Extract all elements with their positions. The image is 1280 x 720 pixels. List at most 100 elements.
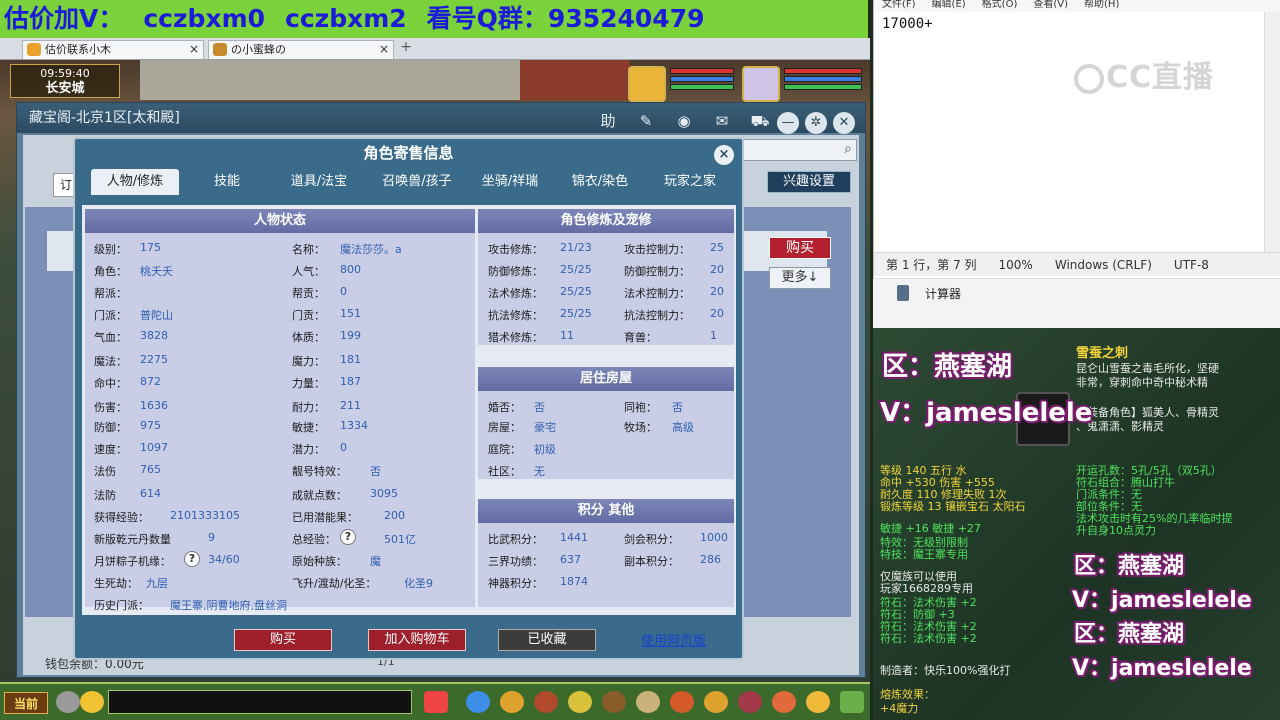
record-icon[interactable]: ◉ (673, 110, 695, 132)
minimize-icon[interactable]: — (777, 112, 799, 134)
house-ranch: 牧场： 高级 (624, 421, 694, 434)
quick-slot-icon[interactable] (738, 691, 762, 713)
help-question-icon[interactable]: ? (184, 551, 200, 567)
watermark-text: CC直播 (1106, 60, 1215, 95)
mail-icon[interactable] (424, 691, 448, 713)
stat-hp: 气血： 3828 (94, 329, 168, 344)
menu-help[interactable]: 帮助(H) (1084, 0, 1119, 10)
current-channel-button[interactable]: 当前 (4, 692, 48, 714)
pet-portrait-icon[interactable] (628, 66, 666, 102)
overlay-zone-1: 区：燕塞湖 (882, 352, 1013, 382)
quick-slot-icon[interactable] (534, 691, 558, 713)
cc-logo-icon (1074, 63, 1104, 94)
banner-text-wechat-2: cczbxm2 (285, 4, 407, 33)
quick-slot-icon[interactable] (806, 691, 830, 713)
stat-exp-gained: 获得经验： 2101333105 (94, 509, 240, 524)
cultivation-section-header: 角色修炼及宠修 (478, 209, 734, 233)
close-icon[interactable]: ✕ (833, 112, 855, 134)
calculator-label: 计算器 (925, 287, 962, 301)
browser-tab-1[interactable]: 估价联系小木 × (22, 40, 204, 59)
collected-button[interactable]: 已收藏 (498, 629, 596, 651)
quick-slot-icon[interactable] (772, 691, 796, 713)
cult-defense: 防御修炼： 25/25 (488, 263, 592, 278)
status-line-ending: Windows (CRLF) (1054, 258, 1152, 272)
menu-view[interactable]: 查看(V) (1033, 0, 1068, 10)
item-rune-4: 符石：法术伤害 +2 (880, 632, 977, 645)
menu-format[interactable]: 格式(O) (982, 0, 1018, 10)
tab-outfits-dye[interactable]: 锦衣/染色 (555, 169, 645, 195)
quick-slot-icon[interactable] (568, 691, 592, 713)
close-icon[interactable]: × (714, 145, 734, 165)
chat-bubble-icon[interactable]: ✉ (711, 110, 733, 132)
quick-slot-icon[interactable] (636, 691, 660, 713)
dialog-tab-bar: 人物/修炼 技能 道具/法宝 召唤兽/孩子 坐骑/祥瑞 锦衣/染色 玩家之家 (87, 169, 737, 195)
quick-slot-icon[interactable] (840, 691, 864, 713)
house-section-header: 居住房屋 (478, 367, 734, 391)
chat-input[interactable] (108, 690, 412, 714)
menu-edit[interactable]: 编辑(E) (932, 0, 966, 10)
stat-level: 级别： 175 (94, 241, 161, 256)
menu-file[interactable]: 文件(F) (882, 0, 916, 10)
stat-hit: 命中： 872 (94, 375, 161, 390)
edit-pen-icon[interactable]: ✎ (635, 110, 657, 132)
search-icon[interactable]: ⌕ (844, 141, 852, 157)
score-sword: 剑会积分： 1000 (624, 531, 728, 546)
mic-icon[interactable] (56, 691, 80, 713)
stat-popularity: 人气： 800 (292, 263, 361, 278)
game-favicon-icon (213, 43, 227, 56)
tab-mounts[interactable]: 坐骑/祥瑞 (465, 169, 555, 195)
tab-skills[interactable]: 技能 (195, 169, 259, 195)
status-encoding: UTF-8 (1173, 258, 1209, 272)
help-question-icon[interactable]: ? (340, 529, 356, 545)
stat-ascension: 飞升/渡劫/化圣： 化圣9 (292, 577, 433, 590)
cbg-toolbar: 助 ✎ ◉ ✉ ⛟ — ✲ ✕ (581, 107, 855, 134)
stat-mooncake: 月饼粽子机缘： 34/60 (94, 553, 240, 568)
calculator-taskbar-item[interactable]: 计算器 (873, 278, 1280, 328)
add-to-cart-button[interactable]: 加入购物车 (368, 629, 466, 651)
notepad-scrollbar[interactable] (1264, 12, 1280, 252)
quick-slot-icon[interactable] (602, 691, 626, 713)
dialog-content-panel: 人物状态 角色修炼及宠修 居住房屋 积分 其他 级别： 175 角色： 桃夭夭 帮派… (82, 205, 736, 615)
buy-button[interactable]: 购买 (234, 629, 332, 651)
close-icon[interactable]: × (189, 41, 199, 58)
game-taskbar: 当前 (0, 682, 870, 720)
game-city: 长安城 (45, 81, 85, 96)
help-icon[interactable]: 助 (597, 110, 619, 132)
item-name: 雪蚕之刺 (1076, 346, 1129, 361)
emoji-icon[interactable] (80, 691, 104, 713)
use-web-version-link[interactable]: 使用网页版 (641, 630, 706, 649)
cart-icon[interactable]: ⛟ (749, 110, 771, 132)
stat-magic-power: 魔力： 181 (292, 353, 361, 368)
more-button[interactable]: 更多↓ (769, 267, 831, 289)
stat-life-death: 生死劫： 九层 (94, 577, 168, 590)
tab-character-cultivation[interactable]: 人物/修炼 (91, 169, 179, 195)
quick-slot-icon[interactable] (466, 691, 490, 713)
stat-role: 角色： 桃夭夭 (94, 265, 173, 278)
new-tab-plus-icon[interactable]: + (398, 40, 414, 57)
notepad-text-area[interactable]: 17000+ (882, 16, 933, 32)
stat-qianyuan: 新版乾元丹数量 9 (94, 531, 215, 546)
browser-tab-2-label: の小蜜蜂の (231, 43, 286, 56)
settings-gear-icon[interactable]: ✲ (805, 112, 827, 134)
quick-slot-icon[interactable] (704, 691, 728, 713)
close-icon[interactable]: × (379, 41, 389, 58)
interest-settings-button[interactable]: 兴趣设置 (767, 171, 851, 193)
stat-sect: 门派： 普陀山 (94, 309, 173, 322)
stat-potential-fruit: 已用潜能果： 200 (292, 509, 405, 524)
cult-magic: 法术修炼： 25/25 (488, 285, 592, 300)
quick-slot-icon[interactable] (500, 691, 524, 713)
overlay-wechat-3: V：jameslelele (1072, 656, 1252, 681)
item-maker: 制造者：快乐100%强化打 (880, 664, 1011, 677)
quick-slot-icon[interactable] (670, 691, 694, 713)
scene-building (520, 60, 630, 100)
item-skill-2: 特技：魔王寨专用 (880, 548, 968, 561)
status-position: 第 1 行，第 7 列 (886, 258, 977, 272)
tab-player-home[interactable]: 玩家之家 (645, 169, 735, 195)
tab-summons-children[interactable]: 召唤兽/孩子 (369, 169, 465, 195)
tab-items-treasure[interactable]: 道具/法宝 (275, 169, 363, 195)
scene-roof (140, 60, 520, 100)
overlay-wechat-1: V：jameslelele (880, 398, 1093, 428)
browser-tab-2[interactable]: の小蜜蜂の × (208, 40, 394, 59)
list-buy-button[interactable]: 购买 (769, 237, 831, 259)
player-portrait-icon[interactable] (742, 66, 780, 102)
